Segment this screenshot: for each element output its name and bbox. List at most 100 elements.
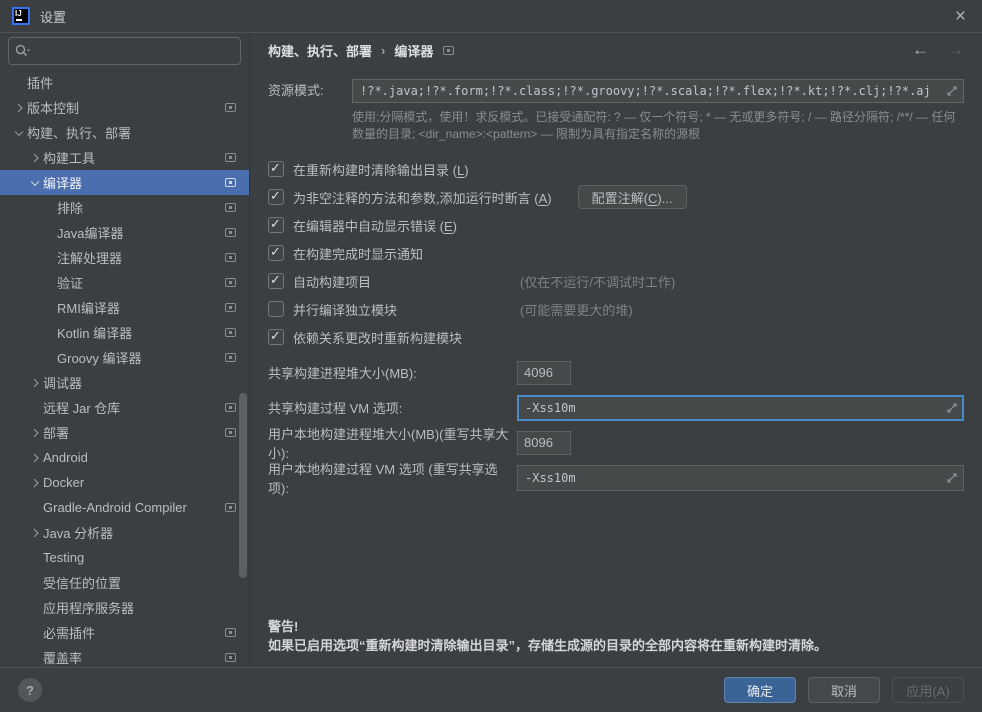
search-input[interactable] (35, 44, 234, 59)
intellij-logo-icon: IJ (12, 7, 30, 25)
sidebar-item-build-execution-deployment[interactable]: 构建、执行、部署 (0, 120, 249, 145)
shared-vm-options-input[interactable] (517, 395, 964, 421)
chevron-down-icon[interactable] (10, 120, 27, 145)
chevron-right-icon[interactable] (10, 95, 27, 120)
configure-annotations-button[interactable]: 配置注解(C)... (578, 185, 687, 209)
checkbox-row-clear-output: 在重新构建时清除输出目录 (L) (268, 155, 964, 183)
checkbox-comment: (可能需要更大的堆) (520, 300, 633, 319)
monitor-icon (225, 403, 236, 412)
close-icon[interactable]: × (951, 7, 970, 26)
sidebar-item-java-profiler[interactable]: Java 分析器 (0, 520, 249, 545)
warning-title: 警告! (268, 617, 827, 636)
warning-message: 警告! 如果已启用选项“重新构建时清除输出目录”，存储生成源的目录的全部内容将在… (268, 617, 827, 655)
chevron-right-icon[interactable] (26, 145, 43, 170)
breadcrumb: 构建、执行、部署 › 编译器 ← → (268, 33, 964, 67)
checkbox-comment: (仅在不运行/不调试时工作) (520, 272, 675, 291)
monitor-icon (225, 203, 236, 212)
expand-icon[interactable] (946, 472, 958, 484)
monitor-icon (225, 278, 236, 287)
chevron-right-icon[interactable] (26, 520, 43, 545)
cancel-button[interactable]: 取消 (808, 677, 880, 703)
sidebar-item-plugins[interactable]: 插件 (0, 70, 249, 95)
checkbox[interactable] (268, 329, 284, 345)
checkbox[interactable] (268, 189, 284, 205)
field-row-shared-heap-size: 共享构建进程堆大小(MB): (268, 355, 964, 390)
checkbox[interactable] (268, 273, 284, 289)
checkbox[interactable] (268, 161, 284, 177)
warning-text: 如果已启用选项“重新构建时清除输出目录”，存储生成源的目录的全部内容将在重新构建… (268, 636, 827, 655)
shared-heap-size-input[interactable] (517, 361, 571, 385)
search-icon (15, 44, 30, 58)
sidebar-item-groovy-compiler[interactable]: Groovy 编译器 (0, 345, 249, 370)
sidebar-item-compiler[interactable]: 编译器 (0, 170, 249, 195)
checkbox-row-build-notification: 在构建完成时显示通知 (268, 239, 964, 267)
sidebar-item-coverage[interactable]: 覆盖率 (0, 645, 249, 667)
checkbox[interactable] (268, 301, 284, 317)
checkbox[interactable] (268, 217, 284, 233)
breadcrumb-separator: › (381, 43, 385, 58)
sidebar-item-rmi-compiler[interactable]: RMI编译器 (0, 295, 249, 320)
sidebar-item-build-tools[interactable]: 构建工具 (0, 145, 249, 170)
field-row-user-local-vm-options: 用户本地构建过程 VM 选项 (重写共享选项): (268, 460, 964, 495)
ok-button[interactable]: 确定 (724, 677, 796, 703)
settings-tree: 插件 版本控制 构建、执行、部署 构建工具 编译器 排除 Java编译器 注解处… (0, 70, 249, 667)
sidebar-item-excludes[interactable]: 排除 (0, 195, 249, 220)
monitor-icon (225, 503, 236, 512)
monitor-icon (225, 653, 236, 662)
expand-icon[interactable] (946, 85, 958, 97)
checkbox[interactable] (268, 245, 284, 261)
field-row-user-local-heap-size: 用户本地构建进程堆大小(MB)(重写共享大小): (268, 425, 964, 460)
sidebar-item-trusted-locations[interactable]: 受信任的位置 (0, 570, 249, 595)
sidebar-scrollbar[interactable] (239, 393, 247, 578)
monitor-icon (225, 428, 236, 437)
monitor-icon (225, 228, 236, 237)
monitor-icon (225, 253, 236, 262)
dialog-footer: ? 确定 取消 应用(A) (0, 667, 982, 712)
monitor-icon (443, 46, 454, 55)
sidebar-item-debugger[interactable]: 调试器 (0, 370, 249, 395)
sidebar-item-application-servers[interactable]: 应用程序服务器 (0, 595, 249, 620)
monitor-icon (225, 328, 236, 337)
sidebar-item-deployment[interactable]: 部署 (0, 420, 249, 445)
sidebar-item-android[interactable]: Android (0, 445, 249, 470)
sidebar-item-remote-jar-repositories[interactable]: 远程 Jar 仓库 (0, 395, 249, 420)
sidebar-item-version-control[interactable]: 版本控制 (0, 95, 249, 120)
expand-icon[interactable] (946, 402, 958, 414)
sidebar-item-kotlin-compiler[interactable]: Kotlin 编译器 (0, 320, 249, 345)
sidebar-item-java-compiler[interactable]: Java编译器 (0, 220, 249, 245)
help-icon[interactable]: ? (18, 678, 42, 702)
checkbox-row-parallel-compile: 并行编译独立模块 (可能需要更大的堆) (268, 295, 964, 323)
checkbox-row-rebuild-on-dependency-change: 依赖关系更改时重新构建模块 (268, 323, 964, 351)
field-row-shared-vm-options: 共享构建过程 VM 选项: (268, 390, 964, 425)
sidebar-item-docker[interactable]: Docker (0, 470, 249, 495)
compiler-settings-panel: 构建、执行、部署 › 编译器 ← → 资源模式: 使用;分隔模式，使用！求 (250, 33, 982, 667)
search-box[interactable] (8, 37, 241, 65)
sidebar-item-testing[interactable]: Testing (0, 545, 249, 570)
monitor-icon (225, 303, 236, 312)
chevron-down-icon[interactable] (26, 170, 43, 195)
user-local-vm-options-input[interactable] (517, 465, 964, 491)
user-local-heap-size-input[interactable] (517, 431, 571, 455)
monitor-icon (225, 153, 236, 162)
sidebar-item-annotation-processors[interactable]: 注解处理器 (0, 245, 249, 270)
settings-dialog: IJ 设置 × 插件 版本控制 构建、执行、部署 构建工具 编译器 排除 (0, 0, 982, 712)
resource-patterns-input[interactable] (352, 79, 964, 103)
chevron-right-icon[interactable] (26, 370, 43, 395)
monitor-icon (225, 353, 236, 362)
checkbox-row-show-errors: 在编辑器中自动显示错误 (E) (268, 211, 964, 239)
checkbox-row-build-automatically: 自动构建项目 (仅在不运行/不调试时工作) (268, 267, 964, 295)
title-bar: IJ 设置 × (0, 0, 982, 33)
sidebar-item-required-plugins[interactable]: 必需插件 (0, 620, 249, 645)
monitor-icon (225, 628, 236, 637)
chevron-right-icon[interactable] (26, 420, 43, 445)
back-arrow-icon[interactable]: ← (912, 40, 929, 60)
resource-patterns-help: 使用;分隔模式，使用！求反模式。已接受通配符: ? — 仅一个符号; * — 无… (352, 109, 964, 143)
breadcrumb-parent[interactable]: 构建、执行、部署 (268, 41, 372, 60)
chevron-right-icon[interactable] (26, 470, 43, 495)
settings-sidebar: 插件 版本控制 构建、执行、部署 构建工具 编译器 排除 Java编译器 注解处… (0, 33, 250, 667)
chevron-right-icon[interactable] (26, 445, 43, 470)
forward-arrow-icon: → (947, 40, 964, 60)
sidebar-item-validation[interactable]: 验证 (0, 270, 249, 295)
sidebar-item-gradle-android-compiler[interactable]: Gradle-Android Compiler (0, 495, 249, 520)
page-title: 编译器 (394, 41, 433, 60)
